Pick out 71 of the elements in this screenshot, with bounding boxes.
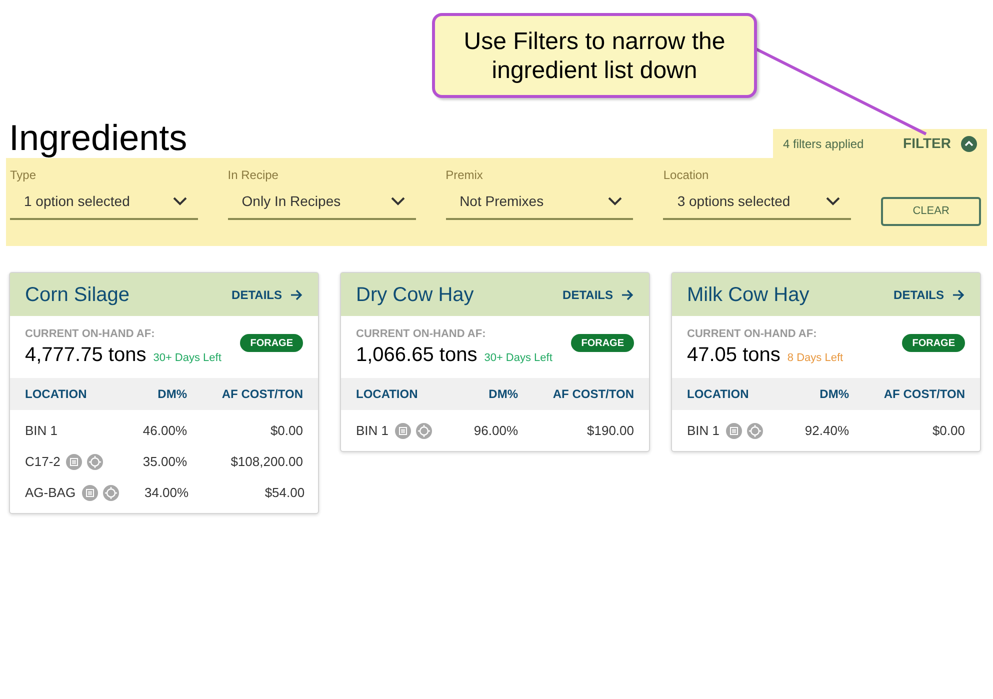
chevron-down-icon <box>390 196 406 206</box>
chevron-down-icon <box>825 196 842 206</box>
target-icon[interactable] <box>87 454 104 470</box>
clear-button[interactable]: CLEAR <box>881 197 982 226</box>
chevron-up-icon <box>961 136 977 152</box>
arrow-right-icon <box>621 288 634 300</box>
details-link[interactable]: DETAILS <box>894 286 965 304</box>
arrow-right-icon <box>290 288 303 300</box>
column-header: AF COST/TON <box>882 386 965 403</box>
cost-cell-text: $108,200.00 <box>230 452 303 471</box>
details-link[interactable]: DETAILS <box>232 286 303 304</box>
list-icon[interactable] <box>394 422 411 438</box>
list-icon[interactable] <box>66 454 82 470</box>
card-title: Dry Cow Hay <box>356 282 474 308</box>
column-header: LOCATION <box>356 386 419 403</box>
column-header: DM% <box>818 386 849 403</box>
dm-cell-text: 92.40% <box>804 422 849 440</box>
dropdown-label: In Recipe <box>228 167 280 184</box>
card-title: Corn Silage <box>25 282 130 308</box>
details-link[interactable]: DETAILS <box>562 286 634 304</box>
arrow-right-icon <box>952 288 965 300</box>
location-cell-text: BIN 1 <box>687 422 720 440</box>
location-cell-text: BIN 1 <box>25 422 58 440</box>
target-icon[interactable] <box>416 422 432 438</box>
location-cell-text: AG-BAG <box>25 484 76 502</box>
card-title: Milk Cow Hay <box>687 282 810 308</box>
on-hand-amount: 4,777.75 tons <box>25 343 146 368</box>
column-header: DM% <box>488 386 518 403</box>
cost-cell-text: $54.00 <box>264 484 305 502</box>
column-header: DM% <box>156 386 187 403</box>
cost-cell-text: $190.00 <box>586 422 634 440</box>
on-hand-amount: 47.05 tons <box>687 343 780 368</box>
column-header: AF COST/TON <box>220 386 303 403</box>
dropdown-label: Premix <box>446 167 484 184</box>
page-title: Ingredients <box>9 116 188 160</box>
dropdown-select[interactable]: 1 option selected <box>10 184 198 220</box>
column-header: LOCATION <box>25 386 88 403</box>
dropdown-select[interactable]: Not Premixes <box>446 184 634 220</box>
column-header: LOCATION <box>687 386 750 403</box>
category-badge: FORAGE <box>240 334 303 352</box>
filter-toggle[interactable]: FILTER <box>903 133 977 154</box>
on-hand-label: CURRENT ON-HAND AF: <box>25 328 156 340</box>
location-cell-text: BIN 1 <box>356 422 389 440</box>
category-badge: FORAGE <box>571 334 634 352</box>
dropdown-select[interactable]: Only In Recipes <box>228 184 416 220</box>
list-icon[interactable] <box>82 484 98 500</box>
dropdown-label: Location <box>663 167 710 184</box>
category-badge: FORAGE <box>902 334 965 352</box>
dm-cell-text: 34.00% <box>143 484 189 502</box>
chevron-down-icon <box>607 196 624 206</box>
dropdown-label: Type <box>10 167 38 184</box>
days-left: 30+ Days Left <box>484 351 552 366</box>
callout-text: Use Filters to narrow the ingredient list down <box>462 26 726 84</box>
target-icon[interactable] <box>102 484 119 500</box>
column-header: AF COST/TON <box>552 386 634 403</box>
dm-cell-text: 46.00% <box>142 422 187 440</box>
cost-cell-text: $0.00 <box>269 422 303 440</box>
cost-cell-text: $0.00 <box>931 422 965 440</box>
on-hand-label: CURRENT ON-HAND AF: <box>356 328 487 340</box>
on-hand-amount: 1,066.65 tons <box>356 343 478 368</box>
dm-cell-text: 96.00% <box>472 422 518 440</box>
dropdown-select[interactable]: 3 options selected <box>663 184 852 220</box>
list-icon[interactable] <box>726 422 742 438</box>
days-left: 8 Days Left <box>787 351 844 366</box>
filters-applied-text: 4 filters applied <box>783 136 864 152</box>
on-hand-label: CURRENT ON-HAND AF: <box>687 328 818 340</box>
days-left: 30+ Days Left <box>153 351 222 366</box>
location-cell-text: C17-2 <box>25 452 60 471</box>
chevron-down-icon <box>172 196 188 206</box>
target-icon[interactable] <box>746 422 763 438</box>
dm-cell-text: 35.00% <box>142 452 187 471</box>
